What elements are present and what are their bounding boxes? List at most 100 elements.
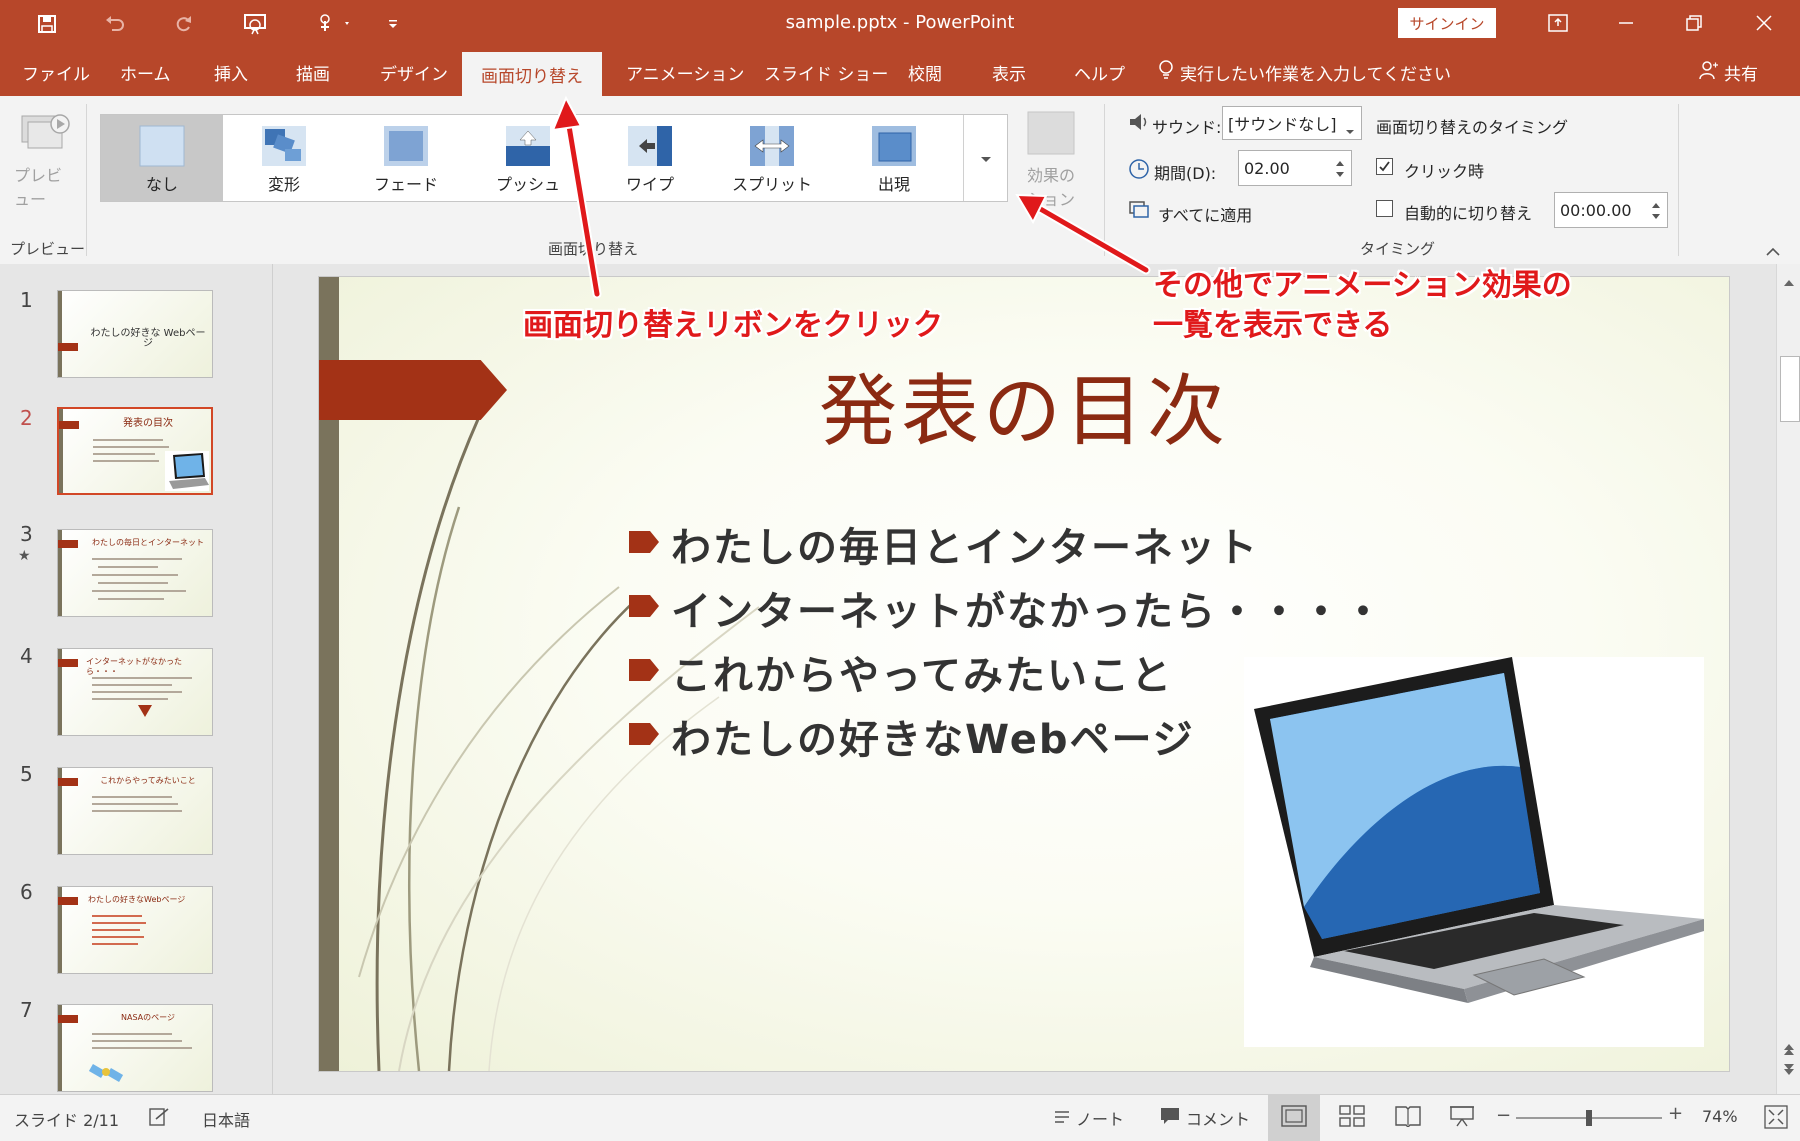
zoom-slider-thumb[interactable]: [1586, 1110, 1592, 1126]
slide-number: 3: [20, 522, 33, 546]
annotation-more-effects-line1: その他でアニメーション効果の: [1153, 268, 1572, 303]
thumb-link-line: [92, 936, 144, 938]
fit-to-window-icon[interactable]: [1764, 1105, 1788, 1133]
slide-bullet[interactable]: わたしの好きなWebページ: [671, 707, 1195, 765]
thumb-arrow: [58, 897, 78, 905]
thumb-link-line: [92, 943, 138, 945]
vertical-scrollbar[interactable]: [1776, 264, 1800, 1094]
transition-label: なし: [145, 175, 178, 194]
slide-indicator: スライド 2/11: [14, 1111, 120, 1130]
normal-view-icon: [1281, 1105, 1307, 1131]
slide-thumbnail-selected[interactable]: 発表の目次: [57, 407, 213, 495]
slide-sorter-icon: [1339, 1105, 1365, 1131]
slide-number: 1: [20, 288, 33, 312]
slide-thumbnail[interactable]: わたしの好きな Webページ: [57, 290, 213, 378]
normal-view-button[interactable]: [1268, 1095, 1320, 1141]
thumb-title: わたしの好きなWebページ: [88, 895, 186, 904]
thumb-text-line: [92, 796, 172, 798]
preview-button[interactable]: プレビュー: [14, 110, 76, 209]
slide-number: 2: [20, 406, 33, 430]
thumb-satellite-image: [88, 1057, 128, 1087]
slide-sorter-button[interactable]: [1326, 1095, 1378, 1141]
thumb-text-line: [92, 684, 172, 686]
thumb-title: インターネットがなかったら・・・: [86, 657, 182, 676]
thumb-text-line: [92, 810, 182, 812]
slide-thumbnail[interactable]: インターネットがなかったら・・・: [57, 648, 213, 736]
reading-view-button[interactable]: [1382, 1095, 1434, 1141]
thumb-text-line: [93, 453, 155, 455]
thumb-title: これからやってみたいこと: [100, 776, 196, 785]
zoom-out-icon[interactable]: −: [1496, 1105, 1511, 1126]
thumb-text-line: [92, 677, 192, 679]
tab-file[interactable]: ファイル: [22, 48, 90, 96]
language-indicator[interactable]: 日本語: [202, 1107, 250, 1131]
slide-thumbnail[interactable]: これからやってみたいこと: [57, 767, 213, 855]
tab-home[interactable]: ホーム: [120, 48, 171, 96]
zoom-level[interactable]: 74%: [1702, 1107, 1738, 1126]
thumb-arrow: [58, 540, 78, 548]
zoom-slider[interactable]: [1516, 1110, 1662, 1126]
zoom-in-icon[interactable]: +: [1668, 1103, 1683, 1124]
thumb-arrow: [58, 778, 78, 786]
notes-icon: [1054, 1109, 1070, 1128]
thumb-title: わたしの好きな Webページ: [90, 328, 206, 349]
slideshow-icon: [1449, 1105, 1475, 1131]
slide-thumbnail[interactable]: わたしの好きなWebページ: [57, 886, 213, 974]
thumb-text-line: [93, 439, 163, 441]
next-slide-icon[interactable]: [1783, 1060, 1795, 1079]
reading-view-icon: [1395, 1105, 1421, 1131]
thumb-text-line: [92, 590, 186, 592]
thumb-link-line: [92, 929, 140, 931]
thumb-title: NASAのページ: [121, 1013, 175, 1022]
slide-number: 6: [20, 880, 33, 904]
thumb-link-line: [92, 922, 146, 924]
spell-check-icon[interactable]: [148, 1107, 170, 1131]
thumb-text-line: [92, 1047, 192, 1049]
none-transition-icon: [139, 125, 185, 167]
thumb-arrow: [58, 1015, 78, 1023]
transition-none[interactable]: なし: [101, 115, 223, 201]
animation-star-icon: ★: [18, 548, 31, 564]
slide-bullet[interactable]: これからやってみたいこと: [671, 643, 1173, 701]
thumb-arrow: [58, 343, 78, 351]
thumb-text-line: [98, 582, 168, 584]
annotation-more-effects-line2: 一覧を表示できる: [1153, 308, 1393, 343]
tab-insert[interactable]: 挿入: [214, 48, 248, 96]
comments-button[interactable]: コメント: [1160, 1095, 1250, 1141]
thumb-title: 発表の目次: [123, 418, 173, 429]
slideshow-button[interactable]: [1436, 1095, 1488, 1141]
slide-number: 5: [20, 762, 33, 786]
status-bar: スライド 2/11 日本語 ノート コメント − + 74%: [0, 1094, 1800, 1141]
slide-number: 4: [20, 644, 33, 668]
thumb-arrow: [58, 659, 78, 667]
thumb-accent-bar: [58, 291, 62, 377]
thumb-text-line: [92, 1033, 172, 1035]
thumb-text-line: [98, 566, 158, 568]
notes-button[interactable]: ノート: [1054, 1095, 1124, 1141]
thumb-down-arrow: [138, 705, 152, 717]
slide-number: 7: [20, 998, 33, 1022]
comments-label: コメント: [1186, 1110, 1251, 1129]
slide-editor: 発表の目次 わたしの毎日とインターネット インターネットがなかったら・・・・ こ…: [273, 95, 1776, 1094]
thumb-link-line: [92, 915, 142, 917]
annotation-ribbon-click: 画面切り替えリボンをクリック: [523, 308, 943, 343]
comment-icon: [1160, 1107, 1180, 1129]
scroll-up-icon[interactable]: [1783, 272, 1795, 291]
thumb-text-line: [93, 446, 169, 448]
notes-label: ノート: [1076, 1110, 1125, 1129]
thumb-text-line: [92, 698, 168, 700]
thumb-title: わたしの毎日とインターネット: [92, 538, 204, 547]
slide-thumbnail[interactable]: NASAのページ: [57, 1004, 213, 1092]
slide-thumbnail-pane: 1 わたしの好きな Webページ 2 発表の目次 3 ★ わたしの毎日とインター…: [0, 264, 273, 1094]
thumb-text-line: [92, 1040, 182, 1042]
group-divider: [86, 104, 87, 256]
preview-icon: [20, 110, 70, 160]
thumb-text-line: [92, 691, 182, 693]
scroll-thumb[interactable]: [1780, 356, 1800, 422]
preview-label: プレビュー: [14, 166, 63, 209]
slide-thumbnail[interactable]: わたしの毎日とインターネット: [57, 529, 213, 617]
laptop-image[interactable]: [1244, 657, 1704, 1047]
thumb-arrow: [59, 421, 79, 429]
previous-slide-icon[interactable]: [1783, 1040, 1795, 1059]
thumb-text-line: [98, 598, 164, 600]
